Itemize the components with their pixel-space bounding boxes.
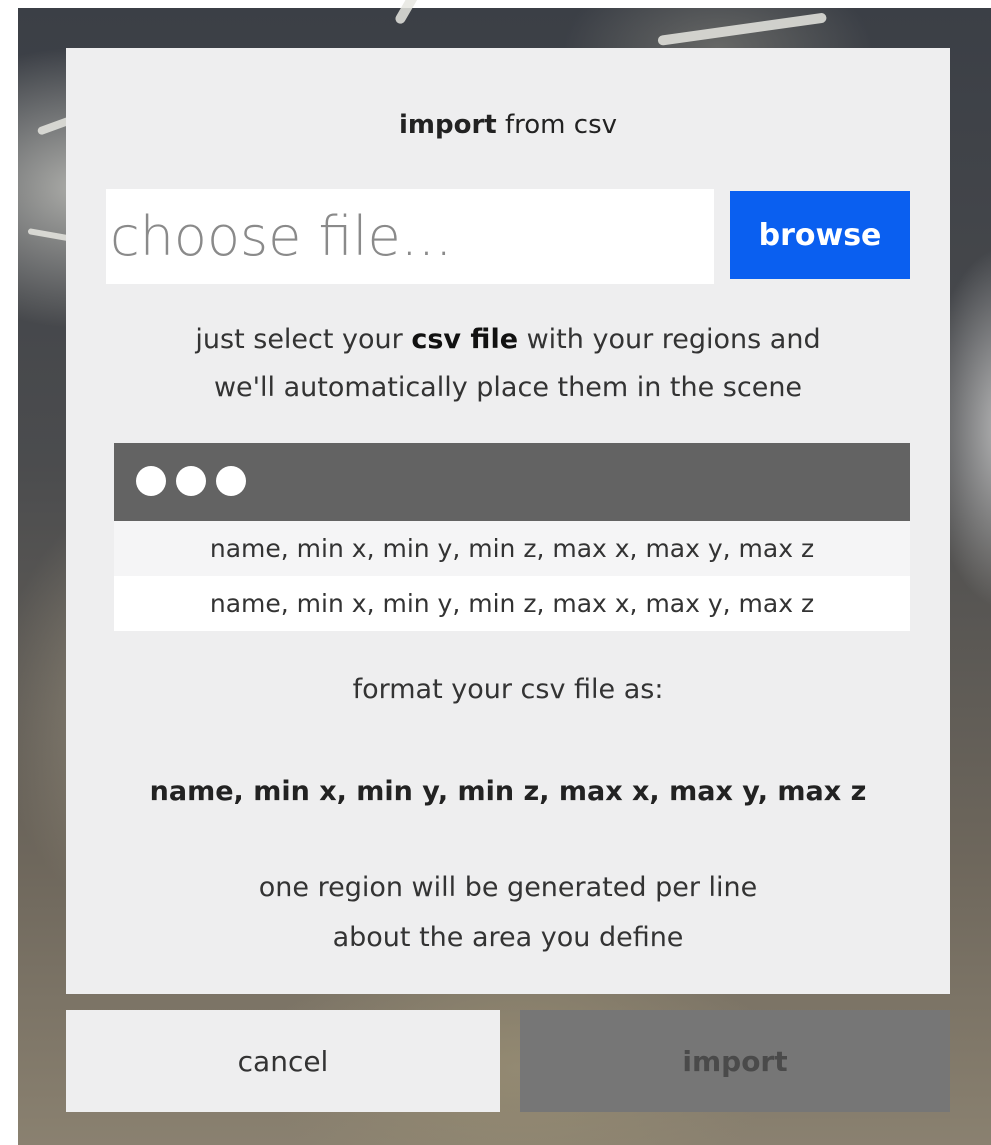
- generation-note: one region will be generated per line ab…: [66, 863, 950, 963]
- circle-dot-icon: [216, 466, 246, 496]
- dialog-title: import from csv: [66, 110, 950, 140]
- import-csv-dialog: import from csv browse just select your …: [66, 48, 950, 994]
- circle-dot-icon: [136, 466, 166, 496]
- generation-note-line-1: one region will be generated per line: [258, 872, 758, 903]
- instructions-part-1: just select your: [195, 324, 412, 355]
- browse-button[interactable]: browse: [730, 191, 910, 279]
- file-path-input[interactable]: [106, 189, 714, 284]
- instructions-part-2: with your regions and: [518, 324, 821, 355]
- instructions-text: just select your csv file with your regi…: [66, 316, 950, 412]
- csv-example-titlebar: [114, 443, 910, 521]
- csv-example-window: name, min x, min y, min z, max x, max y,…: [114, 443, 910, 631]
- format-spec: name, min x, min y, min z, max x, max y,…: [149, 776, 867, 807]
- cancel-button[interactable]: cancel: [66, 1010, 500, 1112]
- instructions-bold: csv file: [411, 324, 519, 355]
- scene-decoration: [657, 12, 828, 46]
- csv-example-row: name, min x, min y, min z, max x, max y,…: [114, 576, 910, 631]
- csv-example-row: name, min x, min y, min z, max x, max y,…: [114, 521, 910, 576]
- circle-dot-icon: [176, 466, 206, 496]
- dialog-title-bold: import: [399, 110, 497, 140]
- instructions-line-1: just select your csv file with your regi…: [66, 316, 950, 364]
- scene-decoration: [393, 0, 443, 26]
- instructions-line-2: we'll automatically place them in the sc…: [213, 372, 803, 403]
- format-label: format your csv file as:: [352, 674, 664, 705]
- generation-note-line-2: about the area you define: [332, 922, 684, 953]
- dialog-title-rest: from csv: [496, 110, 617, 140]
- import-button[interactable]: import: [520, 1010, 950, 1112]
